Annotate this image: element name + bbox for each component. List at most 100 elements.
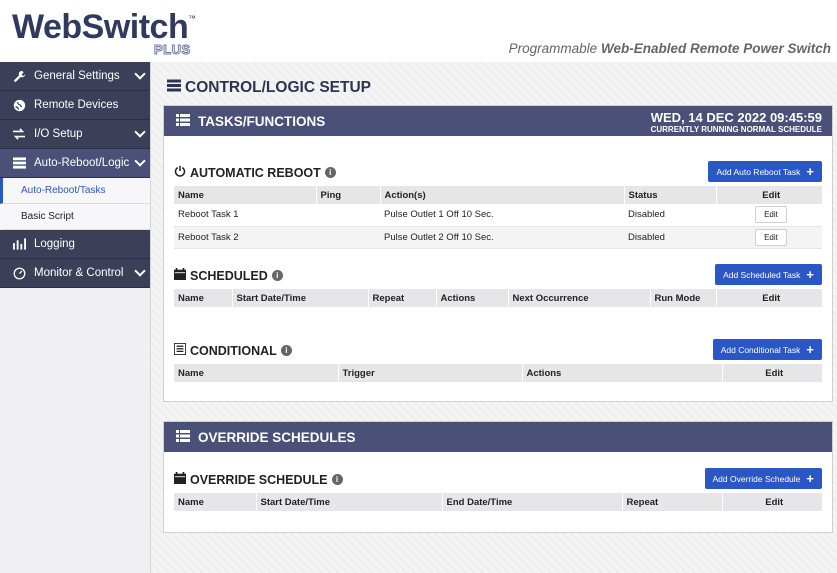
globe-icon (12, 99, 26, 112)
button-label: Add Scheduled Task (723, 269, 801, 280)
button-label: Add Conditional Task (720, 344, 801, 355)
date-text: WED, 14 DEC 2022 09:45:59 (650, 110, 822, 125)
column-header: Edit (716, 289, 822, 307)
section-title: OVERRIDE SCHEDULE i (174, 472, 343, 487)
section-title-text: AUTOMATIC REBOOT (190, 165, 321, 180)
auto-reboot-table: Name Ping Action(s) Status Edit Reboot T… (174, 186, 822, 249)
wrench-icon (12, 70, 26, 83)
scheduled-table: Name Start Date/Time Repeat Actions Next… (174, 289, 822, 307)
task-ping (316, 204, 380, 227)
task-action: Pulse Outlet 2 Off 10 Sec. (380, 226, 624, 249)
sidebar-item-general-settings[interactable]: General Settings (0, 62, 150, 91)
edit-cell: Edit (716, 226, 822, 249)
info-icon[interactable]: i (331, 474, 343, 485)
calendar-icon (174, 472, 186, 487)
list-icon (176, 429, 190, 445)
section-title: CONDITIONAL i (174, 343, 292, 358)
automatic-reboot-section: AUTOMATIC REBOOT i Add Auto Reboot Task +… (174, 161, 822, 255)
chevron-down-icon[interactable] (134, 265, 146, 277)
main-content: CONTROL/LOGIC SETUP TASKS/FUNCTIONS WED,… (151, 62, 837, 573)
header: WebSwitch ™ PLUS Programmable Web-Enable… (0, 0, 837, 62)
plus-icon: + (806, 471, 814, 486)
sidebar-item-auto-reboot-logic[interactable]: Auto-Reboot/Logic (0, 149, 150, 178)
column-header: Trigger (338, 364, 523, 382)
column-header: Start Date/Time (232, 289, 369, 307)
task-name: Reboot Task 2 (174, 226, 316, 249)
logo-trademark: ™ (188, 14, 196, 23)
edit-button[interactable]: Edit (755, 206, 787, 224)
scheduled-section: SCHEDULED i Add Scheduled Task + Name Sta… (174, 264, 822, 313)
plus-icon: + (806, 267, 814, 282)
edit-button[interactable]: Edit (755, 228, 787, 246)
logo[interactable]: WebSwitch ™ PLUS (12, 8, 212, 58)
sidebar-item-remote-devices[interactable]: Remote Devices (0, 91, 150, 120)
info-icon[interactable]: i (280, 345, 292, 356)
table-header-row: Name Start Date/Time End Date/Time Repea… (174, 493, 822, 511)
chevron-down-icon[interactable] (134, 155, 146, 167)
power-icon (174, 165, 186, 180)
sidebar-item-label: I/O Setup (34, 128, 83, 140)
sidebar-item-label: Logging (34, 238, 75, 250)
info-icon[interactable]: i (271, 270, 283, 281)
sidebar-item-io-setup[interactable]: I/O Setup (0, 120, 150, 149)
card-title: TASKS/FUNCTIONS (198, 113, 326, 129)
sidebar-item-label: General Settings (34, 70, 120, 82)
tagline-prefix: Programmable (508, 41, 601, 56)
page-title: CONTROL/LOGIC SETUP (167, 79, 371, 97)
add-conditional-task-button[interactable]: Add Conditional Task + (712, 339, 822, 360)
calendar-icon (174, 268, 186, 283)
conditional-table: Name Trigger Actions Edit (174, 364, 822, 382)
server-icon (12, 157, 26, 169)
arrows-icon (12, 128, 26, 140)
sidebar: General Settings Remote Devices I/O Setu… (0, 62, 151, 573)
column-header: Repeat (622, 493, 723, 511)
task-ping (316, 226, 380, 249)
task-status: Disabled (624, 226, 716, 249)
document-icon (174, 343, 186, 358)
section-title: AUTOMATIC REBOOT i (174, 165, 336, 180)
column-header: Status (624, 186, 717, 204)
tagline: Programmable Web-Enabled Remote Power Sw… (509, 41, 831, 56)
page-title-text: CONTROL/LOGIC SETUP (185, 79, 371, 96)
column-header: Name (174, 364, 339, 382)
column-header: Name (174, 493, 257, 511)
override-card-header: OVERRIDE SCHEDULES (164, 422, 832, 452)
column-header: Repeat (368, 289, 437, 307)
sidebar-subitem-basic-script[interactable]: Basic Script (0, 204, 150, 230)
info-icon[interactable]: i (324, 167, 336, 178)
server-icon (167, 79, 181, 97)
column-header: Actions (436, 289, 509, 307)
add-auto-reboot-task-button[interactable]: Add Auto Reboot Task + (708, 161, 822, 182)
table-row: Reboot Task 1 Pulse Outlet 1 Off 10 Sec.… (174, 204, 822, 227)
column-header: Edit (722, 493, 822, 511)
section-title: SCHEDULED i (174, 268, 283, 283)
table-header-row: Name Ping Action(s) Status Edit (174, 186, 822, 204)
chart-icon (12, 238, 26, 250)
table-header-row: Name Trigger Actions Edit (174, 364, 822, 382)
column-header: Start Date/Time (256, 493, 443, 511)
add-override-schedule-button[interactable]: Add Override Schedule + (704, 468, 822, 489)
column-header: End Date/Time (442, 493, 623, 511)
logo-plus: PLUS (154, 42, 191, 58)
add-scheduled-task-button[interactable]: Add Scheduled Task + (715, 264, 822, 285)
column-header: Actions (522, 364, 723, 382)
column-header: Action(s) (380, 186, 625, 204)
column-header: Edit (716, 186, 822, 204)
sidebar-item-label: Auto-Reboot/Logic (34, 157, 130, 169)
column-header: Name (174, 186, 317, 204)
list-icon (176, 113, 190, 129)
sidebar-subitem-auto-reboot-tasks[interactable]: Auto-Reboot/Tasks (0, 178, 150, 204)
schedule-status: CURRENTLY RUNNING NORMAL SCHEDULE (650, 125, 822, 134)
chevron-down-icon[interactable] (134, 126, 146, 138)
gauge-icon (12, 267, 26, 280)
column-header: Run Mode (650, 289, 717, 307)
edit-cell: Edit (716, 204, 822, 227)
table-row: Reboot Task 2 Pulse Outlet 2 Off 10 Sec.… (174, 226, 822, 249)
sidebar-item-logging[interactable]: Logging (0, 230, 150, 259)
section-title-text: OVERRIDE SCHEDULE (190, 472, 328, 487)
sidebar-item-label: Monitor & Control (34, 267, 124, 279)
override-schedule-section: OVERRIDE SCHEDULE i Add Override Schedul… (174, 468, 822, 517)
section-title-text: CONDITIONAL (190, 343, 277, 358)
chevron-down-icon[interactable] (134, 68, 146, 80)
sidebar-item-monitor-control[interactable]: Monitor & Control (0, 259, 150, 288)
